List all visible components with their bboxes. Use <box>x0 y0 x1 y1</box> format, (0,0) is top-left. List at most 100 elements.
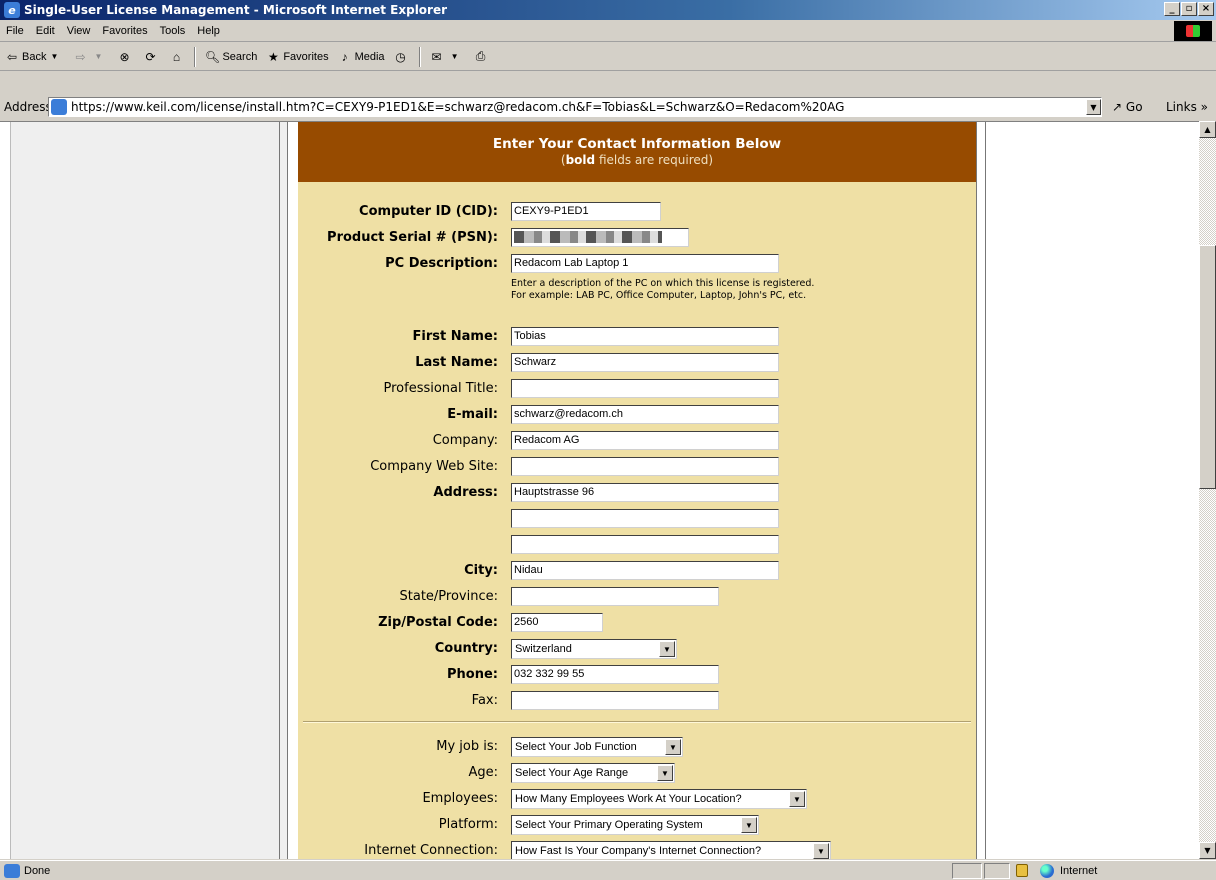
job-label: My job is: <box>436 739 498 754</box>
company-label: Company: <box>432 433 498 448</box>
fax-input[interactable] <box>511 691 719 710</box>
ie-logo-icon: e <box>4 2 20 18</box>
favorites-label: Favorites <box>283 50 329 63</box>
menu-tools[interactable]: Tools <box>154 25 192 37</box>
first-name-label: First Name: <box>412 329 498 344</box>
minimize-button[interactable]: _ <box>1164 2 1180 16</box>
age-select[interactable]: Select Your Age Range ▼ <box>511 763 675 783</box>
internet-connection-value: How Fast Is Your Company's Internet Conn… <box>515 845 762 857</box>
mail-button[interactable]: ✉ ▼ <box>425 45 469 69</box>
status-pane <box>952 863 982 879</box>
menu-favorites[interactable]: Favorites <box>96 25 153 37</box>
zip-input[interactable]: 2560 <box>511 613 603 632</box>
company-website-input[interactable] <box>511 457 779 476</box>
zip-label: Zip/Postal Code: <box>378 615 498 630</box>
address-label: Address <box>4 100 52 114</box>
redacted-serial <box>514 231 662 243</box>
dropdown-arrow-icon: ▼ <box>450 52 459 61</box>
chevron-down-icon: ▼ <box>741 817 757 833</box>
professional-title-input[interactable] <box>511 379 779 398</box>
country-value: Switzerland <box>515 643 572 655</box>
refresh-icon: ⟳ <box>145 49 156 64</box>
menu-file[interactable]: File <box>0 25 30 37</box>
city-input[interactable]: Nidau <box>511 561 779 580</box>
menu-view[interactable]: View <box>61 25 97 37</box>
scroll-down-button[interactable]: ▼ <box>1199 842 1216 859</box>
platform-label: Platform: <box>438 817 498 832</box>
first-name-input[interactable]: Tobias <box>511 327 779 346</box>
favorites-icon: ★ <box>267 49 279 64</box>
print-button[interactable]: ⎙ <box>469 45 495 69</box>
last-name-input[interactable]: Schwarz <box>511 353 779 372</box>
menu-bar: File Edit View Favorites Tools Help <box>0 20 1216 42</box>
state-input[interactable] <box>511 587 719 606</box>
page-viewport: Enter Your Contact Information Below (bo… <box>0 121 1199 859</box>
forward-arrow-icon: ⇨ <box>75 49 86 64</box>
media-label: Media <box>354 50 385 63</box>
globe-icon <box>1040 864 1054 878</box>
psn-input[interactable] <box>511 228 689 247</box>
stop-button[interactable]: ⊗ <box>112 45 138 69</box>
scroll-up-button[interactable]: ▲ <box>1199 121 1216 138</box>
home-button[interactable]: ⌂ <box>164 45 190 69</box>
employees-label: Employees: <box>422 791 498 806</box>
toolbar-separator <box>194 46 197 67</box>
employees-select[interactable]: How Many Employees Work At Your Location… <box>511 789 807 809</box>
age-label: Age: <box>468 765 498 780</box>
forward-button[interactable]: ⇨ ▼ <box>68 45 112 69</box>
phone-label: Phone: <box>447 667 498 682</box>
address-dropdown-button[interactable]: ▼ <box>1086 99 1101 115</box>
age-value: Select Your Age Range <box>515 767 629 779</box>
page-icon <box>4 864 20 878</box>
back-arrow-icon: ⇦ <box>6 49 18 64</box>
internet-connection-select[interactable]: How Fast Is Your Company's Internet Conn… <box>511 841 831 859</box>
company-website-label: Company Web Site: <box>370 459 498 474</box>
media-button[interactable]: ♪ Media <box>333 45 389 69</box>
address-line2-input[interactable] <box>511 509 779 528</box>
dropdown-arrow-icon: ▼ <box>94 52 103 61</box>
chevron-down-icon: ▼ <box>657 765 673 781</box>
platform-value: Select Your Primary Operating System <box>515 819 703 831</box>
pc-description-hint: Enter a description of the PC on which t… <box>511 278 815 301</box>
close-button[interactable]: × <box>1198 2 1214 16</box>
menu-help[interactable]: Help <box>191 25 226 37</box>
contact-form: Enter Your Contact Information Below (bo… <box>298 122 976 859</box>
page-icon <box>51 99 67 115</box>
chevron-down-icon: ▼ <box>789 791 805 807</box>
state-label: State/Province: <box>399 589 498 604</box>
search-button[interactable]: 🔍︎ Search <box>200 45 261 69</box>
chevron-down-icon: ▼ <box>659 641 675 657</box>
job-select[interactable]: Select Your Job Function ▼ <box>511 737 683 757</box>
fax-label: Fax: <box>471 693 498 708</box>
form-header: Enter Your Contact Information Below (bo… <box>298 122 976 182</box>
refresh-button[interactable]: ⟳ <box>138 45 164 69</box>
maximize-button[interactable]: ▫ <box>1181 2 1197 16</box>
phone-input[interactable]: 032 332 99 55 <box>511 665 719 684</box>
window-title: Single-User License Management - Microso… <box>24 3 448 17</box>
vertical-scrollbar[interactable]: ▲ ▼ <box>1199 121 1216 859</box>
history-icon: ◷ <box>395 49 406 64</box>
country-label: Country: <box>434 641 498 656</box>
address-input[interactable]: https://www.keil.com/license/install.htm… <box>48 97 1102 117</box>
status-text: Done <box>4 864 50 878</box>
section-divider <box>303 721 971 723</box>
pc-description-input[interactable]: Redacom Lab Laptop 1 <box>511 254 779 273</box>
address-line1-input[interactable]: Hauptstrasse 96 <box>511 483 779 502</box>
scroll-thumb[interactable] <box>1199 245 1216 489</box>
go-button[interactable]: ↗ Go <box>1112 100 1143 114</box>
menu-edit[interactable]: Edit <box>30 25 61 37</box>
email-input[interactable]: schwarz@redacom.ch <box>511 405 779 424</box>
cid-input[interactable]: CEXY9-P1ED1 <box>511 202 661 221</box>
history-button[interactable]: ◷ <box>389 45 415 69</box>
platform-select[interactable]: Select Your Primary Operating System ▼ <box>511 815 759 835</box>
address-url: https://www.keil.com/license/install.htm… <box>71 100 845 114</box>
links-button[interactable]: Links » <box>1166 100 1208 114</box>
country-select[interactable]: Switzerland ▼ <box>511 639 677 659</box>
address-line3-input[interactable] <box>511 535 779 554</box>
chevron-down-icon: ▼ <box>665 739 681 755</box>
back-button[interactable]: ⇦ Back ▼ <box>0 45 68 69</box>
favorites-button[interactable]: ★ Favorites <box>261 45 332 69</box>
company-input[interactable]: Redacom AG <box>511 431 779 450</box>
status-bar: Done Internet <box>0 860 1216 880</box>
employees-value: How Many Employees Work At Your Location… <box>515 793 742 805</box>
